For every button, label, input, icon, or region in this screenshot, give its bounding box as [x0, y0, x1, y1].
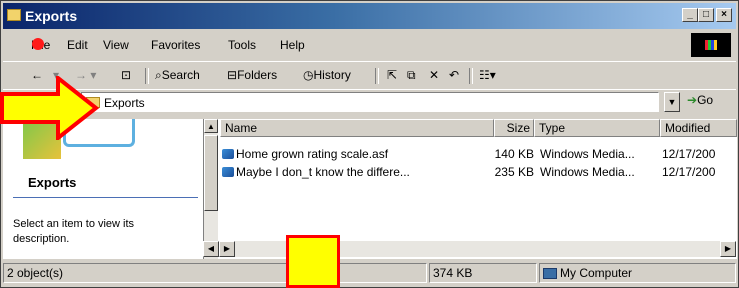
go-arrow-icon: ➔: [687, 93, 698, 107]
menu-favorites[interactable]: Favorites: [151, 38, 200, 52]
column-header-size[interactable]: Size: [494, 119, 534, 137]
menu-help[interactable]: Help: [280, 38, 305, 52]
status-size: 374 KB: [429, 263, 537, 283]
address-dropdown-button[interactable]: ▼: [664, 92, 680, 112]
column-header-modified[interactable]: Modified: [660, 119, 737, 137]
move-to-icon[interactable]: ⇱: [387, 68, 397, 82]
table-row[interactable]: Home grown rating scale.asf 140 KB Windo…: [222, 147, 737, 163]
scrollbar-thumb[interactable]: [204, 135, 218, 211]
status-zone: My Computer: [539, 263, 736, 283]
search-icon: ⌕: [155, 68, 162, 82]
maximize-button[interactable]: □: [698, 8, 714, 22]
search-button[interactable]: ⌕Search: [155, 68, 200, 83]
toolbar: ← ▾ → ▾ ⊡ ⌕Search ⊟Folders ◷History ⇱ ⧉ …: [3, 61, 736, 88]
status-bar: 2 object(s) 374 KB My Computer: [3, 261, 736, 285]
folder-icon: [7, 9, 21, 21]
menu-edit[interactable]: Edit: [67, 38, 88, 52]
file-size: 235 KB: [494, 165, 534, 179]
scroll-left-icon[interactable]: ◀: [203, 241, 219, 257]
address-field[interactable]: Exports: [81, 92, 659, 112]
file-list[interactable]: ▲ Name Size Type Modified Home grown rat…: [203, 119, 737, 259]
explorer-window: Exports _ □ × File Edit View Favorites T…: [0, 0, 739, 288]
address-bar: Exports ▼ ➔Go: [3, 89, 736, 116]
scroll-right-icon[interactable]: ▶: [219, 241, 235, 257]
media-file-icon: [222, 167, 234, 177]
windows-flag-icon: [705, 40, 717, 50]
toolbar-separator: [469, 68, 473, 84]
pointer-arrow-icon: [0, 76, 100, 140]
folders-button[interactable]: ⊟Folders: [227, 68, 277, 82]
close-button[interactable]: ×: [716, 8, 732, 22]
horizontal-scrollbar[interactable]: ◀ ▶ ▶: [203, 241, 736, 257]
column-header-name[interactable]: Name: [220, 119, 494, 137]
file-name: Maybe I don_t know the differe...: [236, 165, 410, 179]
folders-icon: ⊟: [227, 68, 238, 82]
click-indicator-icon: [32, 38, 44, 50]
history-icon: ◷: [303, 68, 314, 82]
vertical-scrollbar[interactable]: ▲: [204, 119, 218, 259]
windows-logo: [691, 33, 731, 57]
file-modified: 12/17/200: [662, 147, 716, 161]
scroll-right-end-icon[interactable]: ▶: [720, 241, 736, 257]
views-icon[interactable]: ☷▾: [479, 68, 496, 82]
pane-divider: [13, 197, 198, 198]
delete-icon[interactable]: ✕: [429, 68, 439, 82]
task-pane: Exports Select an item to view its descr…: [3, 119, 203, 259]
history-button[interactable]: ◷History: [303, 68, 351, 82]
pane-title: Exports: [28, 175, 77, 190]
file-type: Windows Media...: [540, 165, 635, 179]
menu-bar: File Edit View Favorites Tools Help: [3, 31, 736, 59]
column-header-type[interactable]: Type: [534, 119, 660, 137]
title-bar[interactable]: Exports _ □ ×: [3, 3, 736, 29]
table-row[interactable]: Maybe I don_t know the differe... 235 KB…: [222, 165, 737, 181]
scroll-up-icon[interactable]: ▲: [204, 119, 218, 133]
undo-icon[interactable]: ↶: [449, 68, 459, 82]
file-name: Home grown rating scale.asf: [236, 147, 389, 161]
minimize-button[interactable]: _: [682, 8, 698, 22]
up-folder-icon[interactable]: ⊡: [121, 68, 131, 82]
menu-tools[interactable]: Tools: [228, 38, 256, 52]
address-value: Exports: [104, 96, 145, 110]
pane-description: Select an item to view its description.: [13, 218, 135, 245]
status-object-count: 2 object(s): [3, 263, 427, 283]
copy-to-icon[interactable]: ⧉: [407, 68, 416, 83]
media-file-icon: [222, 149, 234, 159]
my-computer-icon: [543, 268, 557, 280]
menu-view[interactable]: View: [103, 38, 129, 52]
window-title: Exports: [25, 8, 78, 24]
toolbar-separator: [145, 68, 149, 84]
highlight-marker: [286, 235, 340, 288]
toolbar-separator: [375, 68, 379, 84]
file-type: Windows Media...: [540, 147, 635, 161]
file-size: 140 KB: [494, 147, 534, 161]
file-modified: 12/17/200: [662, 165, 716, 179]
go-button[interactable]: ➔Go: [687, 93, 713, 107]
